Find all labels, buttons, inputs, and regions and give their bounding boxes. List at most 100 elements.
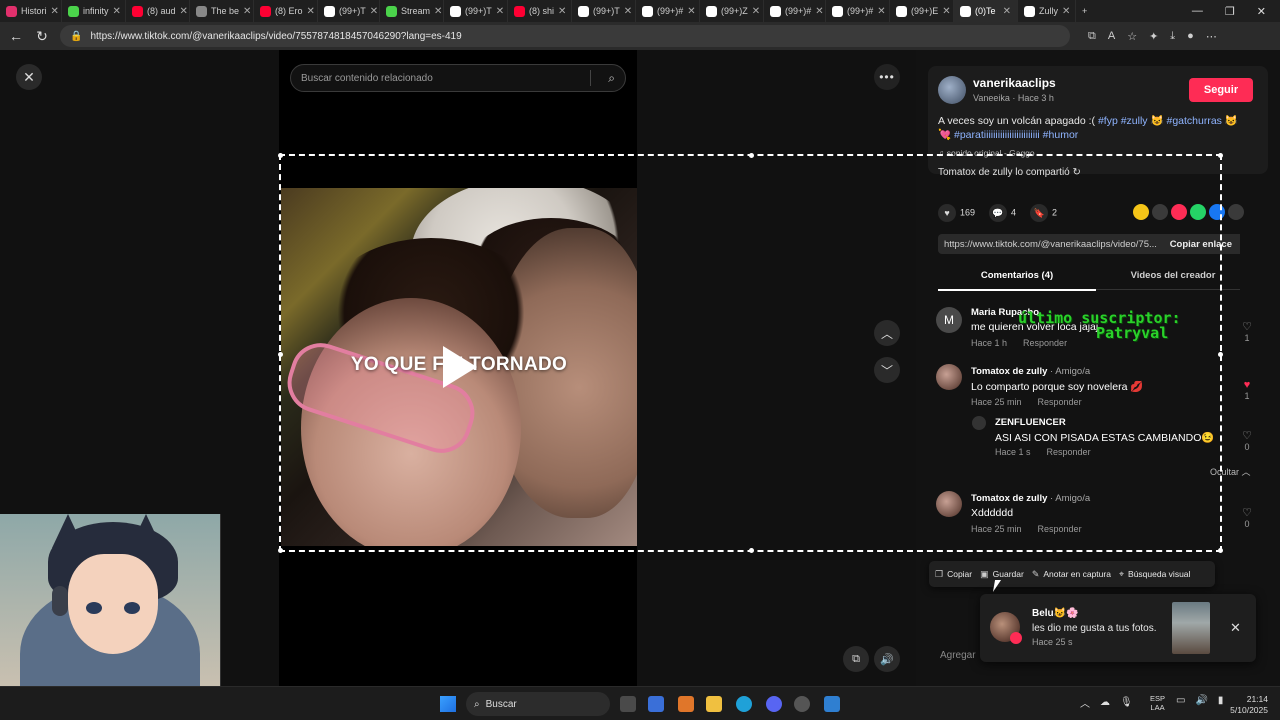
annotate-button[interactable]: ✎ Anotar en captura	[1032, 569, 1111, 580]
facebook-icon[interactable]	[1209, 204, 1225, 220]
close-tab-icon[interactable]: ✕	[1003, 6, 1011, 17]
next-video-icon[interactable]: ﹀	[874, 357, 900, 383]
send-icon[interactable]	[1171, 204, 1187, 220]
browser-tab[interactable]: (99+)# ✕	[826, 0, 890, 22]
close-tab-icon[interactable]: ✕	[434, 6, 442, 17]
onedrive-icon[interactable]: ☁	[1100, 697, 1110, 708]
tab-creator-videos[interactable]: Videos del creador	[1108, 270, 1238, 281]
search-icon[interactable]: ⌕	[608, 71, 615, 86]
close-tab-icon[interactable]: ✕	[942, 6, 950, 17]
browser-tab[interactable]: (0)Te ✕	[954, 0, 1018, 22]
open-in-app-icon[interactable]: ⧉	[1088, 30, 1096, 43]
close-icon[interactable]: ✕	[16, 64, 42, 90]
close-tab-icon[interactable]: ✕	[624, 6, 632, 17]
minimize-icon[interactable]: —	[1192, 5, 1203, 18]
close-tab-icon[interactable]: ✕	[815, 6, 823, 17]
whatsapp-icon[interactable]	[1190, 204, 1206, 220]
browser-tab[interactable]: (99+)# ✕	[636, 0, 700, 22]
copy-button[interactable]: ❐ Copiar	[935, 569, 972, 580]
task-view-icon[interactable]	[620, 696, 636, 712]
add-comment-input[interactable]: Agregar	[940, 650, 976, 661]
close-tab-icon[interactable]: ✕	[687, 6, 695, 17]
windows-start-icon[interactable]	[440, 696, 456, 712]
browser-tab[interactable]: (8) Ero ✕	[254, 0, 318, 22]
browser-tab[interactable]: (99+)E ✕	[890, 0, 954, 22]
profile-icon[interactable]: ●	[1187, 30, 1194, 43]
taskbar-search[interactable]: ⌕ Buscar	[466, 692, 610, 716]
like-button[interactable]: ♥ 169	[938, 204, 975, 222]
network-icon[interactable]: ▭	[1176, 695, 1185, 706]
url-field[interactable]: 🔒 https://www.tiktok.com/@vanerikaaclips…	[60, 25, 1070, 47]
avatar[interactable]	[936, 491, 962, 517]
close-tab-icon[interactable]: ✕	[243, 6, 251, 17]
browser-tab[interactable]: (99+)Z ✕	[700, 0, 764, 22]
visual-search-button[interactable]: ⌖ Búsqueda visual	[1119, 569, 1190, 580]
tab-comments[interactable]: Comentarios (4)	[938, 270, 1096, 291]
avatar[interactable]: M	[936, 307, 962, 333]
browser-tab[interactable]: (99+)T ✕	[318, 0, 380, 22]
browser-tab[interactable]: Stream ✕	[380, 0, 444, 22]
snipping-tool-icon[interactable]	[824, 696, 840, 712]
close-tab-icon[interactable]: ✕	[558, 6, 566, 17]
reload-icon[interactable]: ↻	[34, 28, 50, 45]
browser-tab[interactable]: infinity ✕	[62, 0, 126, 22]
comment-author[interactable]: Tomatox de zully · Amigo/a	[971, 366, 1090, 377]
reply-button[interactable]: Responder	[1047, 447, 1091, 457]
browser-tab[interactable]: (8) shi ✕	[508, 0, 572, 22]
close-tab-icon[interactable]: ✕	[307, 6, 315, 17]
copy-link-button[interactable]: Copiar enlace	[1163, 234, 1240, 254]
hashtag-link[interactable]: #fyp #zully	[1098, 115, 1148, 127]
comment-like[interactable]: ♡ 0	[1239, 508, 1255, 530]
obs-icon[interactable]	[794, 696, 810, 712]
maximize-icon[interactable]: ❐	[1225, 5, 1235, 18]
close-tab-icon[interactable]: ✕	[496, 6, 504, 17]
comment-author[interactable]: ZENFLUENCER	[995, 417, 1066, 428]
clock[interactable]: 21:14 5/10/2025	[1226, 694, 1268, 716]
read-aloud-icon[interactable]: A	[1108, 30, 1115, 43]
save-button[interactable]: 🔖 2	[1030, 204, 1057, 222]
browser-tab[interactable]: (99+)# ✕	[764, 0, 826, 22]
save-snip-button[interactable]: ▣ Guardar	[980, 569, 1024, 580]
microphone-icon[interactable]: 🎙	[1120, 697, 1133, 708]
hashtag-link[interactable]: #paratiiiiiiiiiiiiiiiiiiiiiiii #humor	[954, 129, 1078, 141]
comment-like[interactable]: ♡ 0	[1239, 431, 1255, 453]
battery-icon[interactable]: ▮	[1218, 695, 1224, 706]
close-tab-icon[interactable]: ✕	[877, 6, 885, 17]
extensions-icon[interactable]: ✦	[1149, 30, 1158, 43]
close-tab-icon[interactable]: ✕	[51, 6, 59, 17]
language-indicator[interactable]: ESP LAA	[1150, 694, 1165, 712]
new-tab-button[interactable]: +	[1076, 0, 1098, 22]
play-icon[interactable]	[443, 346, 477, 388]
author-name[interactable]: vanerikaaclips	[973, 76, 1056, 90]
sound-link[interactable]: ♫ sonido original - Gaggo	[938, 148, 1035, 158]
copilot-icon[interactable]	[678, 696, 694, 712]
close-tab-icon[interactable]: ✕	[1062, 6, 1070, 17]
close-window-icon[interactable]: ✕	[1257, 5, 1266, 18]
comment-like[interactable]: ♡ 1	[1239, 322, 1255, 344]
hashtag-link[interactable]: #gatchurras	[1166, 115, 1221, 127]
store-icon[interactable]	[648, 696, 664, 712]
browser-tab[interactable]: Histori ✕	[0, 0, 62, 22]
browser-tab[interactable]: The be ✕	[190, 0, 254, 22]
comment-like[interactable]: ♥ 1	[1239, 380, 1255, 402]
notification-toast[interactable]: Belu😺🌸 les dio me gusta a tus fotos. Hac…	[980, 594, 1256, 662]
volume-icon[interactable]: 🔊	[874, 646, 900, 672]
browser-tab[interactable]: (8) aud ✕	[126, 0, 190, 22]
browser-tab[interactable]: (99+)T ✕	[444, 0, 508, 22]
discord-icon[interactable]	[766, 696, 782, 712]
browser-tab[interactable]: (99+)T ✕	[572, 0, 636, 22]
comment-author[interactable]: Tomatox de zully · Amigo/a	[971, 493, 1090, 504]
close-tab-icon[interactable]: ✕	[370, 6, 378, 17]
previous-video-icon[interactable]: ︿	[874, 320, 900, 346]
hide-replies-button[interactable]: Ocultar ︿	[1210, 465, 1251, 478]
floating-player-icon[interactable]: ⧉	[843, 646, 869, 672]
downloads-icon[interactable]: ⤓	[1170, 30, 1175, 43]
volume-icon[interactable]: 🔊	[1195, 695, 1207, 706]
comment-button[interactable]: 💬 4	[989, 204, 1016, 222]
avatar[interactable]	[972, 416, 986, 430]
menu-icon[interactable]: ⋯	[1206, 30, 1217, 43]
close-tab-icon[interactable]: ✕	[180, 6, 188, 17]
reply-button[interactable]: Responder	[1038, 397, 1082, 407]
edge-icon[interactable]	[736, 696, 752, 712]
close-tab-icon[interactable]: ✕	[113, 6, 121, 17]
